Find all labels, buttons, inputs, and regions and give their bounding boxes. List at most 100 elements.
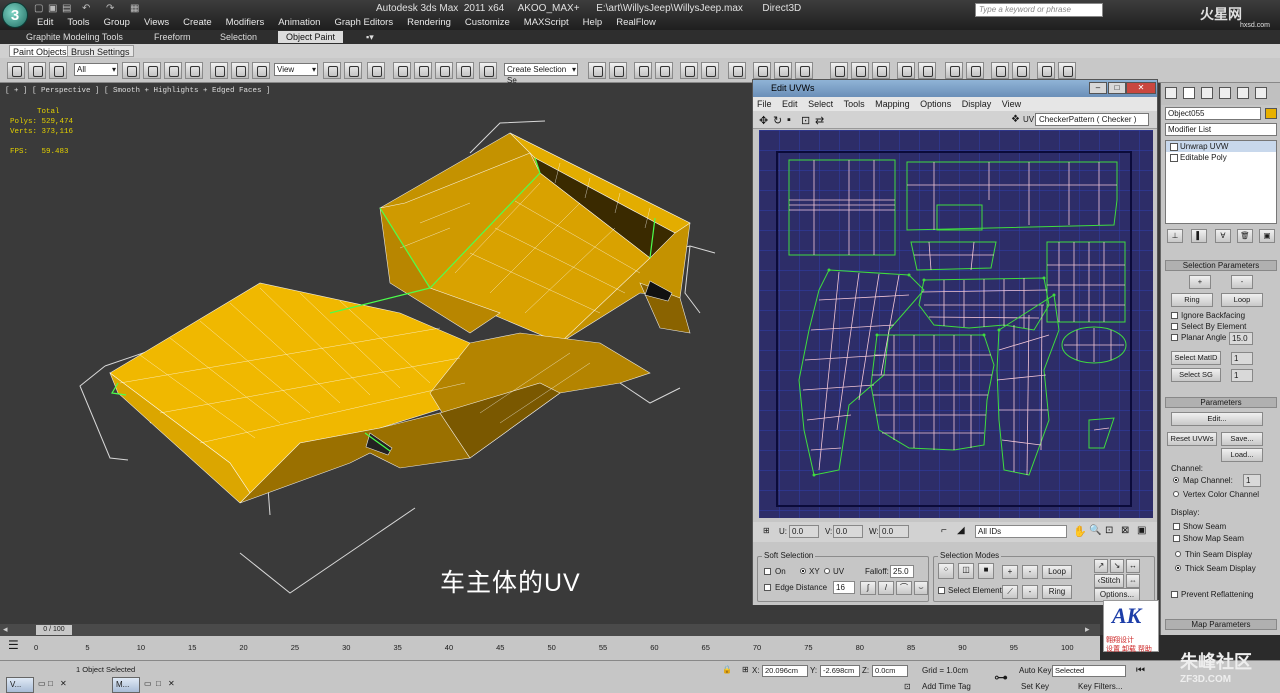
show-map-seam-checkbox[interactable] bbox=[1173, 535, 1180, 542]
show-seam-checkbox[interactable] bbox=[1173, 523, 1180, 530]
uvw-menu-display[interactable]: Display bbox=[958, 99, 996, 109]
ring-button[interactable]: Ring bbox=[1042, 585, 1072, 599]
rotate-icon[interactable] bbox=[231, 62, 249, 79]
tab-selection[interactable]: Selection bbox=[212, 31, 265, 43]
realflow-tool-6-icon[interactable] bbox=[945, 62, 963, 79]
display-tab-icon[interactable] bbox=[1237, 87, 1249, 99]
taskbar-item-2[interactable]: M... bbox=[112, 677, 140, 693]
modify-tab-icon[interactable] bbox=[1183, 87, 1195, 99]
ring-selection-button[interactable]: Ring bbox=[1171, 293, 1213, 307]
menu-customize[interactable]: Customize bbox=[458, 17, 517, 30]
taskbar-item-2-maximize-icon[interactable]: □ bbox=[156, 679, 161, 688]
set-key-button[interactable]: Set Key bbox=[1021, 682, 1049, 691]
uvw-title-bar[interactable]: Edit UVWs – □ ✕ bbox=[753, 80, 1157, 97]
map-channel-spinner[interactable]: 1 bbox=[1243, 474, 1261, 487]
percent-snap-icon[interactable] bbox=[435, 62, 453, 79]
set-key-icon[interactable]: ⊶ bbox=[994, 669, 1008, 686]
edge-distance-checkbox[interactable] bbox=[764, 584, 771, 591]
sg-spinner[interactable]: 1 bbox=[1231, 369, 1253, 382]
loop-button[interactable]: Loop bbox=[1042, 565, 1072, 579]
weld-target-icon[interactable]: ↘ bbox=[1110, 559, 1124, 573]
uvw-snap-icon[interactable]: ▣ bbox=[1137, 525, 1146, 536]
layer-manager-icon[interactable] bbox=[634, 62, 652, 79]
absolute-mode-icon[interactable]: ⊞ bbox=[742, 665, 749, 674]
realflow-tool-11-icon[interactable] bbox=[1058, 62, 1076, 79]
face-mode-icon[interactable]: ■ bbox=[978, 563, 994, 579]
reset-uvws-button[interactable]: Reset UVWs bbox=[1167, 432, 1217, 446]
taskbar-item-1-maximize-icon[interactable]: □ bbox=[48, 679, 53, 688]
remove-modifier-icon[interactable]: 🗑 bbox=[1237, 229, 1253, 243]
subtab-brush-settings[interactable]: Brush Settings bbox=[67, 45, 134, 57]
uvw-paint-icon[interactable]: ◢ bbox=[957, 525, 965, 536]
save-file-icon[interactable]: ▤ bbox=[62, 3, 71, 14]
new-file-icon[interactable]: ▢ bbox=[34, 3, 43, 14]
hold-icon[interactable]: ▦ bbox=[130, 3, 139, 14]
uvw-menu-edit[interactable]: Edit bbox=[778, 99, 802, 109]
realflow-tool-2-icon[interactable] bbox=[851, 62, 869, 79]
subtab-paint-objects[interactable]: Paint Objects bbox=[9, 45, 71, 57]
object-name-field[interactable]: Object055 bbox=[1165, 107, 1261, 120]
select-by-element-checkbox[interactable] bbox=[1171, 323, 1178, 330]
named-selection-dropdown[interactable]: Create Selection Se bbox=[504, 63, 578, 85]
shrink-ring-button[interactable]: - bbox=[1022, 585, 1038, 599]
taskbar-item-1-restore-icon[interactable]: ▭ bbox=[38, 679, 46, 688]
pivot-center-icon[interactable] bbox=[323, 62, 341, 79]
falloff-linear-icon[interactable]: / bbox=[878, 581, 894, 595]
window-crossing-icon[interactable] bbox=[185, 62, 203, 79]
falloff-smooth-icon[interactable]: ∫ bbox=[860, 581, 876, 595]
auto-key-button[interactable]: Auto Key bbox=[1019, 666, 1051, 675]
realflow-tool-4-icon[interactable] bbox=[897, 62, 915, 79]
render-production-icon[interactable] bbox=[795, 62, 813, 79]
uvw-scale-icon[interactable]: ▪ bbox=[787, 114, 791, 126]
select-object-icon[interactable] bbox=[122, 62, 140, 79]
grow-button[interactable]: + bbox=[1002, 565, 1018, 579]
prevent-reflattening-checkbox[interactable] bbox=[1171, 591, 1178, 598]
track-bar-menu-icon[interactable]: ☰ bbox=[8, 638, 19, 652]
uvw-canvas[interactable] bbox=[759, 130, 1153, 518]
material-editor-icon[interactable] bbox=[728, 62, 746, 79]
uvw-zoom-extents-icon[interactable]: ⊠ bbox=[1121, 525, 1129, 536]
viewport-label[interactable]: [ + ] [ Perspective ] [ Smooth + Highlig… bbox=[5, 87, 271, 95]
loop-selection-button[interactable]: Loop bbox=[1221, 293, 1263, 307]
link-icon[interactable] bbox=[7, 62, 25, 79]
grow-selection-button[interactable]: + bbox=[1189, 275, 1211, 289]
render-setup-icon[interactable] bbox=[753, 62, 771, 79]
rendered-frame-icon[interactable] bbox=[774, 62, 792, 79]
move-icon[interactable] bbox=[210, 62, 228, 79]
configure-sets-icon[interactable]: ▣ bbox=[1259, 229, 1275, 243]
vertex-color-radio[interactable] bbox=[1173, 491, 1179, 497]
ref-coord-dropdown[interactable]: View bbox=[274, 63, 318, 76]
add-time-tag-button[interactable]: Add Time Tag bbox=[922, 682, 971, 691]
id-filter-dropdown[interactable]: All IDs bbox=[975, 525, 1067, 538]
map-parameters-rollout[interactable]: Map Parameters bbox=[1165, 619, 1277, 630]
rect-region-icon[interactable] bbox=[164, 62, 182, 79]
uvw-zoom-region-icon[interactable]: ⊡ bbox=[1105, 525, 1113, 536]
ignore-backfacing-checkbox[interactable] bbox=[1171, 312, 1178, 319]
menu-tools[interactable]: Tools bbox=[60, 17, 96, 30]
edit-button[interactable]: Edit... bbox=[1171, 412, 1263, 426]
map-channel-radio[interactable] bbox=[1173, 477, 1179, 483]
u-spinner[interactable]: 0.0 bbox=[789, 525, 819, 538]
time-tag-icon[interactable]: ⊡ bbox=[904, 682, 911, 691]
track-bar[interactable]: ☰ 0 5 10 15 20 25 30 35 40 45 50 55 60 65 70 75 80 85 90 95… bbox=[0, 636, 1100, 660]
uvw-pan-left-icon[interactable]: ⌐ bbox=[941, 525, 947, 536]
time-slider[interactable]: 0 / 100 bbox=[36, 625, 72, 635]
tab-graphite-modeling-tools[interactable]: Graphite Modeling Tools bbox=[18, 31, 131, 43]
taskbar-item-1[interactable]: V... bbox=[6, 677, 34, 693]
selection-parameters-rollout[interactable]: Selection Parameters bbox=[1165, 260, 1277, 271]
z-coord-field[interactable]: 0.0cm bbox=[872, 665, 908, 677]
y-coord-field[interactable]: -2.698cm bbox=[820, 665, 860, 677]
load-button[interactable]: Load... bbox=[1221, 448, 1263, 462]
menu-maxscript[interactable]: MAXScript bbox=[517, 17, 576, 30]
close-button[interactable]: ✕ bbox=[1126, 82, 1156, 94]
realflow-tool-8-icon[interactable] bbox=[991, 62, 1009, 79]
soft-on-checkbox[interactable] bbox=[764, 568, 771, 575]
menu-help[interactable]: Help bbox=[576, 17, 610, 30]
shrink-selection-button[interactable]: - bbox=[1231, 275, 1253, 289]
menu-create[interactable]: Create bbox=[176, 17, 219, 30]
vertex-mode-icon[interactable]: ⁘ bbox=[938, 563, 954, 579]
uvw-rotate-icon[interactable]: ↻ bbox=[773, 114, 782, 127]
xy-radio[interactable] bbox=[800, 568, 806, 574]
uvw-mirror-icon[interactable]: ⇄ bbox=[815, 114, 824, 127]
stitch-button[interactable]: ‹Stitch bbox=[1094, 574, 1124, 588]
